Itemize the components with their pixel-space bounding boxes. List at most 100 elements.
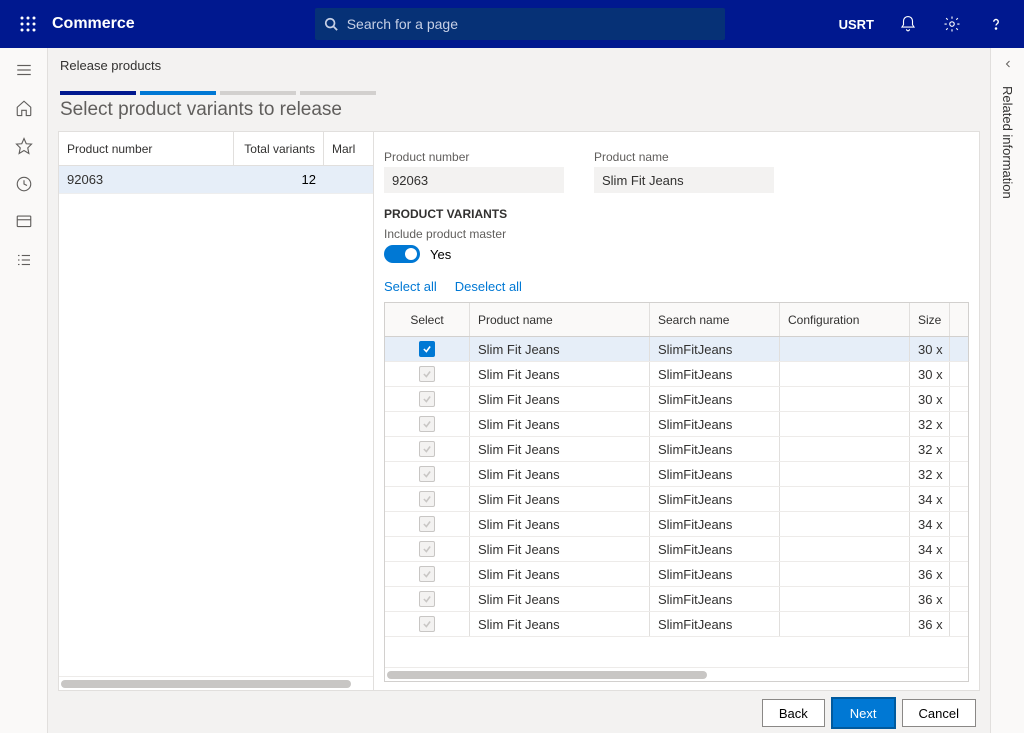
product-number-field[interactable] <box>384 167 564 193</box>
cell-product-name: Slim Fit Jeans <box>470 487 650 511</box>
master-scrollbar[interactable] <box>59 676 373 690</box>
search-box[interactable] <box>315 8 725 40</box>
cell-product-name: Slim Fit Jeans <box>470 387 650 411</box>
row-checkbox[interactable] <box>419 341 435 357</box>
back-button[interactable]: Back <box>762 699 825 727</box>
variant-row[interactable]: Slim Fit JeansSlimFitJeans30 x <box>385 337 968 362</box>
cell-total-variants: 12 <box>234 172 324 187</box>
variants-grid: Select Product name Search name Configur… <box>384 302 969 682</box>
search-input[interactable] <box>347 16 725 32</box>
cell-configuration <box>780 362 910 386</box>
row-checkbox[interactable] <box>419 441 435 457</box>
page-subtitle: Select product variants to release <box>60 99 990 121</box>
row-checkbox[interactable] <box>419 566 435 582</box>
hamburger-icon[interactable] <box>2 52 46 88</box>
variant-row[interactable]: Slim Fit JeansSlimFitJeans36 x <box>385 612 968 637</box>
select-all-link[interactable]: Select all <box>384 279 437 294</box>
home-icon[interactable] <box>2 90 46 126</box>
cell-configuration <box>780 412 910 436</box>
grid-scrollbar[interactable] <box>385 667 968 681</box>
wizard-progress <box>60 91 990 95</box>
bell-icon[interactable] <box>888 0 928 48</box>
cell-configuration <box>780 587 910 611</box>
cell-search-name: SlimFitJeans <box>650 362 780 386</box>
row-checkbox[interactable] <box>419 616 435 632</box>
deselect-all-link[interactable]: Deselect all <box>455 279 522 294</box>
product-name-label: Product name <box>594 150 774 164</box>
row-checkbox[interactable] <box>419 591 435 607</box>
product-name-field[interactable] <box>594 167 774 193</box>
cell-search-name: SlimFitJeans <box>650 537 780 561</box>
cell-configuration <box>780 387 910 411</box>
cell-size: 30 x <box>910 387 950 411</box>
cell-size: 36 x <box>910 587 950 611</box>
variant-row[interactable]: Slim Fit JeansSlimFitJeans32 x <box>385 412 968 437</box>
col-marked[interactable]: Marl <box>324 132 373 165</box>
row-checkbox[interactable] <box>419 491 435 507</box>
recent-icon[interactable] <box>2 166 46 202</box>
row-checkbox[interactable] <box>419 516 435 532</box>
col-variant-name[interactable]: Product name <box>470 303 650 336</box>
star-icon[interactable] <box>2 128 46 164</box>
modules-icon[interactable] <box>2 242 46 278</box>
cell-size: 34 x <box>910 537 950 561</box>
cancel-button[interactable]: Cancel <box>902 699 976 727</box>
cell-configuration <box>780 462 910 486</box>
cell-size: 32 x <box>910 462 950 486</box>
col-configuration[interactable]: Configuration <box>780 303 910 336</box>
cell-configuration <box>780 437 910 461</box>
page-title: Release products <box>48 48 990 73</box>
row-checkbox[interactable] <box>419 416 435 432</box>
master-grid-header: Product number Total variants Marl <box>59 132 373 166</box>
row-checkbox[interactable] <box>419 541 435 557</box>
cell-product-name: Slim Fit Jeans <box>470 362 650 386</box>
next-button[interactable]: Next <box>833 699 894 727</box>
include-master-toggle[interactable] <box>384 245 420 263</box>
variant-row[interactable]: Slim Fit JeansSlimFitJeans32 x <box>385 437 968 462</box>
workspace-icon[interactable] <box>2 204 46 240</box>
cell-product-name: Slim Fit Jeans <box>470 337 650 361</box>
variant-row[interactable]: Slim Fit JeansSlimFitJeans34 x <box>385 512 968 537</box>
row-checkbox[interactable] <box>419 366 435 382</box>
help-icon[interactable] <box>976 0 1016 48</box>
variant-row[interactable]: Slim Fit JeansSlimFitJeans32 x <box>385 462 968 487</box>
variant-row[interactable]: Slim Fit JeansSlimFitJeans 34 x <box>385 537 968 562</box>
search-icon <box>315 17 347 31</box>
cell-size: 36 x <box>910 562 950 586</box>
col-product-number[interactable]: Product number <box>59 132 234 165</box>
cell-search-name: SlimFitJeans <box>650 512 780 536</box>
cell-search-name: SlimFitJeans <box>650 387 780 411</box>
variant-row[interactable]: Slim Fit JeansSlimFitJeans36 x <box>385 562 968 587</box>
related-info-label[interactable]: Related information <box>1000 86 1015 199</box>
variant-row[interactable]: Slim Fit JeansSlimFitJeans36 x <box>385 587 968 612</box>
master-row[interactable]: 9206312 <box>59 166 373 194</box>
content-card: Product number Total variants Marl 92063… <box>58 131 980 691</box>
company-label[interactable]: USRT <box>829 17 884 32</box>
col-size[interactable]: Size <box>910 303 950 336</box>
collapse-right-icon[interactable] <box>991 48 1024 80</box>
cell-configuration <box>780 537 910 561</box>
cell-product-name: Slim Fit Jeans <box>470 437 650 461</box>
col-select[interactable]: Select <box>385 303 470 336</box>
variant-row[interactable]: Slim Fit JeansSlimFitJeans 30 x <box>385 387 968 412</box>
cell-size: 30 x <box>910 337 950 361</box>
col-total-variants[interactable]: Total variants <box>234 132 324 165</box>
app-launcher-icon[interactable] <box>8 0 48 48</box>
left-rail <box>0 48 48 733</box>
row-checkbox[interactable] <box>419 391 435 407</box>
cell-configuration <box>780 337 910 361</box>
cell-search-name: SlimFitJeans <box>650 437 780 461</box>
variants-section-title: Product variants <box>384 207 969 221</box>
gear-icon[interactable] <box>932 0 972 48</box>
cell-product-name: Slim Fit Jeans <box>470 537 650 561</box>
cell-product-name: Slim Fit Jeans <box>470 462 650 486</box>
cell-configuration <box>780 487 910 511</box>
cell-product-name: Slim Fit Jeans <box>470 512 650 536</box>
row-checkbox[interactable] <box>419 466 435 482</box>
cell-configuration <box>780 562 910 586</box>
variant-row[interactable]: Slim Fit JeansSlimFitJeans34 x <box>385 487 968 512</box>
col-search-name[interactable]: Search name <box>650 303 780 336</box>
variant-row[interactable]: Slim Fit JeansSlimFitJeans30 x <box>385 362 968 387</box>
brand-label[interactable]: Commerce <box>52 15 135 33</box>
cell-size: 32 x <box>910 412 950 436</box>
